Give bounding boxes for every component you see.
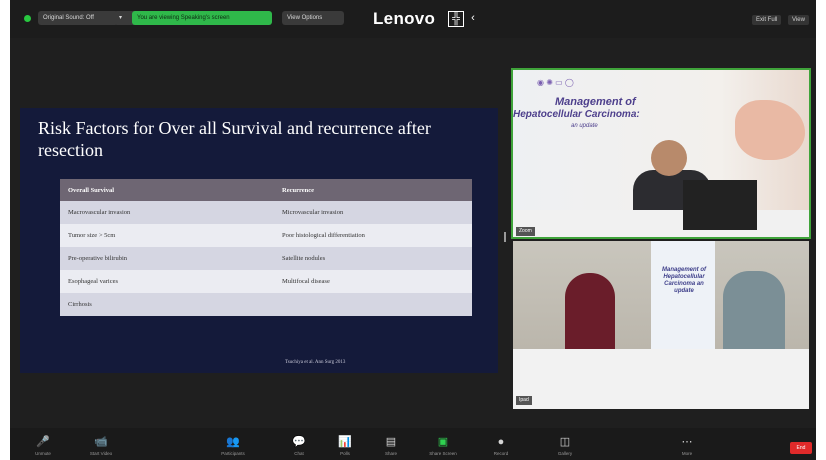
table-cell xyxy=(274,293,472,316)
video-button[interactable]: 📹 Start Video xyxy=(84,436,118,457)
conference-table xyxy=(513,349,809,409)
shared-slide: Risk Factors for Over all Survival and r… xyxy=(20,108,498,373)
laptop xyxy=(683,180,757,230)
participant-name-tag: Zoom xyxy=(516,227,535,236)
video-tile-room[interactable]: Management of Hepatocellular Carcinoma a… xyxy=(513,241,809,409)
resize-handle[interactable] xyxy=(504,232,506,242)
table-cell: Pre-operative bilirubin xyxy=(60,247,274,270)
top-bar: Original Sound: Off ▾ You are viewing Sp… xyxy=(10,0,816,38)
table-cell: Satellite nodules xyxy=(274,247,472,270)
record-button[interactable]: ● Record xyxy=(484,436,518,457)
screen-icon[interactable]: ╬ xyxy=(448,11,464,27)
mute-button[interactable]: 🎤 Unmute xyxy=(26,436,60,457)
screen-share-banner: You are viewing Speaking's screen xyxy=(132,11,272,25)
table-cell: Esophageal varices xyxy=(60,270,274,293)
table-row: Esophageal varices Multifocal disease xyxy=(60,270,472,293)
table-row: Pre-operative bilirubin Satellite nodule… xyxy=(60,247,472,270)
meeting-toolbar: 🎤 Unmute 📹 Start Video 👥 Participants 💬 Chat… xyxy=(10,428,816,460)
table-header: Recurrence xyxy=(274,179,472,201)
participants-button[interactable]: 👥 Participants xyxy=(216,436,250,457)
chat-icon: 💬 xyxy=(292,436,306,448)
share-icon: ▤ xyxy=(385,436,397,448)
back-icon[interactable]: ‹ xyxy=(466,11,480,25)
slide-title: Risk Factors for Over all Survival and r… xyxy=(38,118,431,160)
view-options-button[interactable]: View Options xyxy=(282,11,344,25)
microphone-icon: 🎤 xyxy=(36,436,50,448)
table-row: Cirrhosis xyxy=(60,293,472,316)
speaker-head xyxy=(651,140,687,176)
table-cell: Poor histological differentiation xyxy=(274,224,472,247)
camera-icon: 📹 xyxy=(94,436,108,448)
share-screen-button[interactable]: ▣ Share Screen xyxy=(426,436,460,457)
video-tile-speaker[interactable]: ◉ ✺ ▭ ◯ Management of Hepatocellular Car… xyxy=(511,68,811,239)
gallery-button[interactable]: ◫ Gallery xyxy=(548,436,582,457)
table-cell: Macrovascular invasion xyxy=(60,201,274,224)
liver-illustration xyxy=(735,100,805,160)
gallery-icon: ◫ xyxy=(559,436,571,448)
chat-button[interactable]: 💬 Chat xyxy=(282,436,316,457)
banner-title-line1: Management of xyxy=(555,96,636,108)
participant-name-tag: Ipad xyxy=(516,396,532,405)
connection-status-icon xyxy=(24,15,31,22)
more-icon: ⋯ xyxy=(681,436,693,448)
table-cell: Multifocal disease xyxy=(274,270,472,293)
table-row: Tumor size > 5cm Poor histological diffe… xyxy=(60,224,472,247)
desk xyxy=(513,210,809,237)
meeting-window: Original Sound: Off ▾ You are viewing Sp… xyxy=(10,0,816,460)
table-cell: Cirrhosis xyxy=(60,293,274,316)
end-meeting-button[interactable]: End xyxy=(790,442,812,454)
table-header: Overall Survival xyxy=(60,179,274,201)
table-row: Macrovascular invasion Microvascular inv… xyxy=(60,201,472,224)
risk-factor-table: Overall Survival Recurrence Macrovascula… xyxy=(60,179,472,316)
share-button[interactable]: ▤ Share xyxy=(374,436,408,457)
more-button[interactable]: ⋯ More xyxy=(670,436,704,457)
banner-subtitle: an update xyxy=(571,123,598,129)
participants-icon: 👥 xyxy=(226,436,240,448)
view-button[interactable]: View xyxy=(788,15,809,25)
table-cell: Microvascular invasion xyxy=(274,201,472,224)
slide-citation: Tsuchiya et al. Ann Surg 2013 xyxy=(285,360,346,365)
share-screen-icon: ▣ xyxy=(437,436,449,448)
original-sound-button[interactable]: Original Sound: Off xyxy=(38,11,118,25)
brand-logo: Lenovo xyxy=(373,9,436,28)
banner-title-line2: Hepatocellular Carcinoma: xyxy=(513,109,640,120)
record-icon: ● xyxy=(497,436,505,448)
sponsor-logos: ◉ ✺ ▭ ◯ xyxy=(537,78,574,87)
polls-button[interactable]: 📊 Polls xyxy=(328,436,362,457)
table-cell: Tumor size > 5cm xyxy=(60,224,274,247)
polls-icon: 📊 xyxy=(338,436,352,448)
rollup-banner-text: Management of Hepatocellular Carcinoma a… xyxy=(661,267,706,294)
exit-fullscreen-button[interactable]: Exit Full xyxy=(752,15,782,25)
